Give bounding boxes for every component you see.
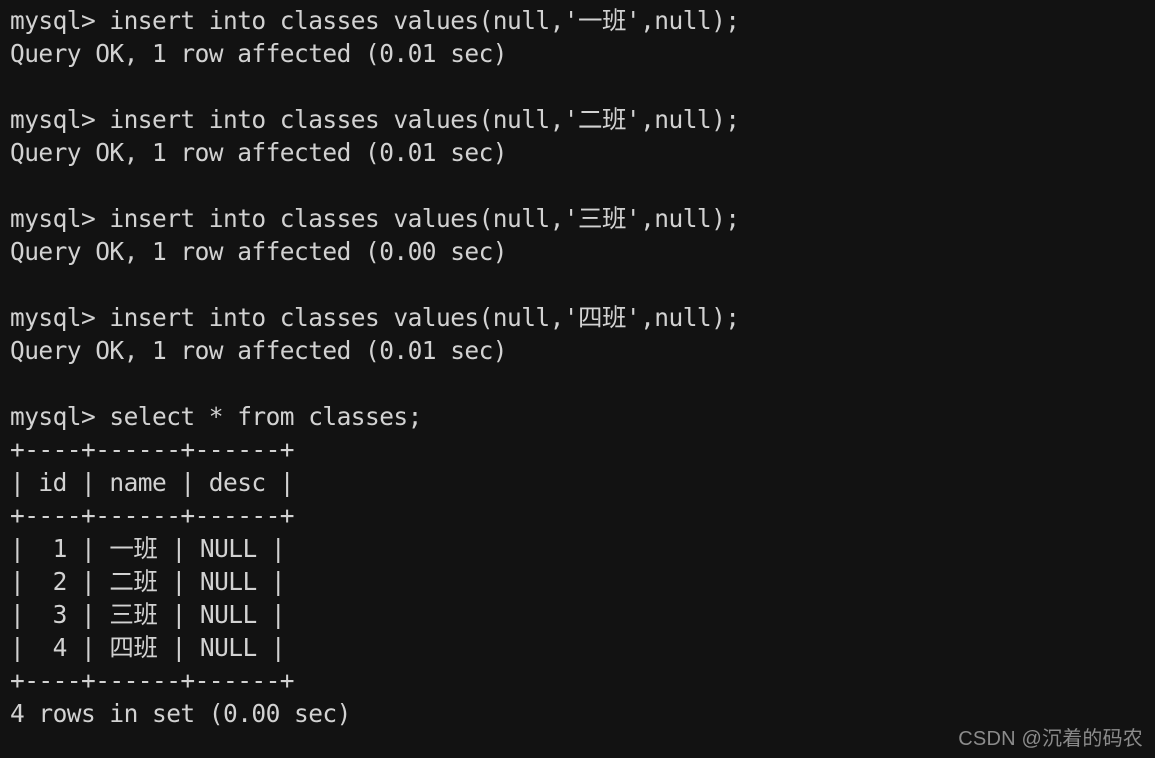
terminal-line-insert-2-result: Query OK, 1 row affected (0.01 sec) — [10, 138, 508, 167]
table-rule-bottom: +----+------+------+ — [10, 666, 295, 695]
terminal-line-insert-1-result: Query OK, 1 row affected (0.01 sec) — [10, 39, 508, 68]
terminal-line-insert-2-command: mysql> insert into classes values(null,'… — [10, 105, 740, 134]
csdn-watermark: CSDN @沉着的码农 — [958, 728, 1143, 750]
terminal-line-insert-1-command: mysql> insert into classes values(null,'… — [10, 6, 740, 35]
terminal-line-insert-3-command: mysql> insert into classes values(null,'… — [10, 204, 740, 233]
terminal-line-insert-4-command: mysql> insert into classes values(null,'… — [10, 303, 740, 332]
terminal-line-insert-4-result: Query OK, 1 row affected (0.01 sec) — [10, 336, 508, 365]
table-row: | 4 | 四班 | NULL | — [10, 633, 286, 662]
table-rule-middle: +----+------+------+ — [10, 501, 295, 530]
table-row: | 2 | 二班 | NULL | — [10, 567, 286, 596]
table-rule-top: +----+------+------+ — [10, 435, 295, 464]
terminal-line-select-command: mysql> select * from classes; — [10, 402, 422, 431]
table-row: | 3 | 三班 | NULL | — [10, 600, 286, 629]
table-row: | 1 | 一班 | NULL | — [10, 534, 286, 563]
table-header-row: | id | name | desc | — [10, 468, 295, 497]
terminal-line-insert-3-result: Query OK, 1 row affected (0.00 sec) — [10, 237, 508, 266]
terminal-output-area[interactable]: mysql> insert into classes values(null,'… — [0, 0, 1155, 758]
